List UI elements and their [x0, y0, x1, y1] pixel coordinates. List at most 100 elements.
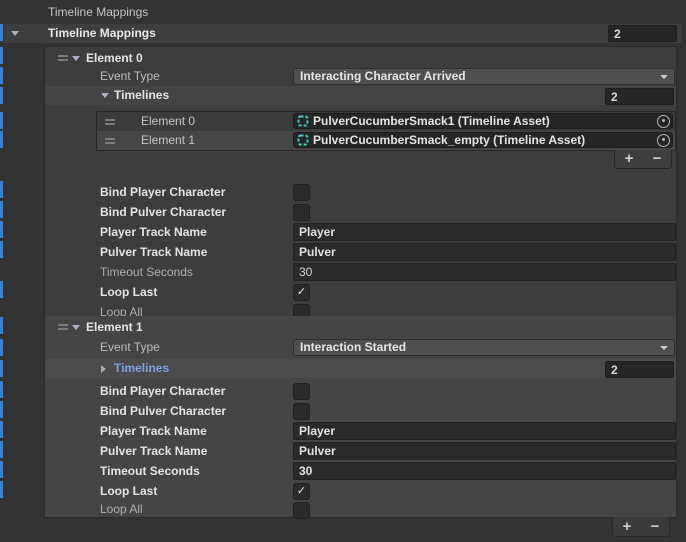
foldout-arrow-icon[interactable]: [11, 31, 19, 36]
loop-last-checkbox[interactable]: ✓: [293, 483, 310, 500]
timeout-seconds-input[interactable]: [293, 263, 676, 281]
timeline-item-name: Element 0: [141, 112, 195, 131]
bind-player-checkbox[interactable]: [293, 184, 310, 201]
override-indicator: [0, 281, 3, 298]
list-title: Timeline Mappings: [48, 24, 156, 43]
drag-handle-icon[interactable]: [58, 55, 68, 61]
drag-handle-icon[interactable]: [105, 119, 115, 125]
timeout-seconds-label: Timeout Seconds: [100, 262, 193, 282]
loop-last-label: Loop Last: [100, 282, 157, 302]
override-indicator: [0, 47, 3, 64]
timelines-header[interactable]: Timelines: [45, 359, 676, 378]
property-row: Pulver Track Name: [45, 441, 676, 461]
bind-player-checkbox[interactable]: [293, 383, 310, 400]
script-field-label: Timeline Mappings: [48, 5, 148, 19]
override-indicator: [0, 360, 3, 377]
element-1-header[interactable]: Element 1: [45, 317, 676, 336]
bind-pulver-checkbox[interactable]: [293, 204, 310, 221]
timelines-label: Timelines: [114, 359, 169, 377]
override-indicator: [0, 317, 3, 334]
timelines-list-box: Element 0 PulverCucumberSmack1 (Timeline…: [96, 111, 676, 151]
timeline-item-row[interactable]: Element 0 PulverCucumberSmack1 (Timeline…: [97, 112, 675, 131]
add-element-button[interactable]: +: [616, 519, 638, 535]
foldout-arrow-icon[interactable]: [72, 325, 80, 330]
property-row: Timeout Seconds: [45, 262, 676, 282]
override-indicator: [0, 441, 3, 458]
override-indicator: [0, 421, 3, 438]
property-row: Loop Last ✓: [45, 481, 676, 501]
timelines-header[interactable]: Timelines: [45, 86, 676, 105]
event-type-dropdown[interactable]: Interacting Character Arrived: [293, 68, 675, 85]
override-indicator: [0, 24, 3, 41]
player-track-input[interactable]: [293, 223, 676, 241]
event-type-label: Event Type: [100, 337, 160, 357]
event-type-value: Interaction Started: [300, 340, 406, 354]
loop-last-checkbox[interactable]: ✓: [293, 284, 310, 301]
timeline-item-row[interactable]: Element 1 PulverCucumberSmack_empty (Tim…: [97, 131, 675, 150]
element-name: Element 1: [86, 318, 143, 336]
bind-player-label: Bind Player Character: [100, 381, 225, 401]
bind-pulver-label: Bind Pulver Character: [100, 401, 226, 421]
event-type-row: Event Type Interaction Started: [45, 337, 676, 357]
timeout-seconds-input[interactable]: [293, 462, 676, 480]
override-indicator: [0, 201, 3, 218]
object-picker-icon[interactable]: [657, 134, 670, 147]
timeline-object-field[interactable]: PulverCucumberSmack1 (Timeline Asset): [293, 113, 673, 129]
loop-all-label: Loop All: [100, 501, 143, 517]
property-row: Player Track Name: [45, 421, 676, 441]
object-picker-icon[interactable]: [657, 115, 670, 128]
foldout-arrow-icon[interactable]: [101, 365, 106, 373]
event-type-label: Event Type: [100, 66, 160, 86]
property-row: Timeout Seconds: [45, 461, 676, 481]
pulver-track-input[interactable]: [293, 442, 676, 460]
bind-player-label: Bind Player Character: [100, 182, 225, 202]
override-indicator: [0, 112, 3, 129]
property-row: Bind Pulver Character: [45, 202, 676, 222]
element-0-header[interactable]: Element 0: [45, 48, 676, 67]
element-name: Element 0: [86, 49, 143, 67]
timeline-asset-icon: [297, 134, 309, 146]
property-row: Player Track Name: [45, 222, 676, 242]
element-1-region: Element 1 Event Type Interaction Started…: [45, 316, 676, 517]
timeline-mappings-header[interactable]: Timeline Mappings: [4, 24, 682, 43]
foldout-arrow-icon[interactable]: [72, 56, 80, 61]
timelines-size-field[interactable]: [605, 361, 674, 378]
override-indicator: [0, 381, 3, 398]
timeline-object-field[interactable]: PulverCucumberSmack_empty (Timeline Asse…: [293, 132, 673, 148]
property-row: Loop Last ✓: [45, 282, 676, 302]
timeline-object-value: PulverCucumberSmack_empty (Timeline Asse…: [313, 133, 653, 147]
loop-all-checkbox[interactable]: [293, 502, 310, 519]
override-indicator: [0, 481, 3, 498]
timelines-label: Timelines: [114, 86, 169, 104]
timeline-mappings-footer: + −: [612, 517, 670, 537]
add-element-button[interactable]: +: [618, 151, 640, 167]
player-track-input[interactable]: [293, 422, 676, 440]
timelines-list-footer: + −: [614, 150, 672, 169]
player-track-label: Player Track Name: [100, 222, 207, 242]
override-indicator: [0, 241, 3, 258]
remove-element-button[interactable]: −: [646, 151, 668, 167]
bind-pulver-checkbox[interactable]: [293, 403, 310, 420]
inspector-panel: Timeline Mappings Timeline Mappings Elem…: [0, 0, 686, 542]
list-size-field[interactable]: [608, 25, 677, 42]
override-indicator: [0, 461, 3, 478]
property-row: Bind Player Character: [45, 182, 676, 202]
override-indicator: [0, 67, 3, 84]
pulver-track-input[interactable]: [293, 243, 676, 261]
event-type-dropdown[interactable]: Interaction Started: [293, 339, 675, 356]
pulver-track-label: Pulver Track Name: [100, 441, 207, 461]
override-indicator: [0, 87, 3, 104]
drag-handle-icon[interactable]: [58, 324, 68, 330]
property-row: Loop All: [45, 501, 676, 517]
timeline-object-value: PulverCucumberSmack1 (Timeline Asset): [313, 114, 653, 128]
timeline-asset-icon: [297, 115, 309, 127]
foldout-arrow-icon[interactable]: [101, 93, 109, 98]
remove-element-button[interactable]: −: [644, 519, 666, 535]
override-indicator: [0, 181, 3, 198]
loop-last-label: Loop Last: [100, 481, 157, 501]
timelines-size-field[interactable]: [605, 88, 674, 105]
drag-handle-icon[interactable]: [105, 138, 115, 144]
pulver-track-label: Pulver Track Name: [100, 242, 207, 262]
chevron-down-icon: [660, 75, 668, 79]
override-indicator: [0, 401, 3, 418]
